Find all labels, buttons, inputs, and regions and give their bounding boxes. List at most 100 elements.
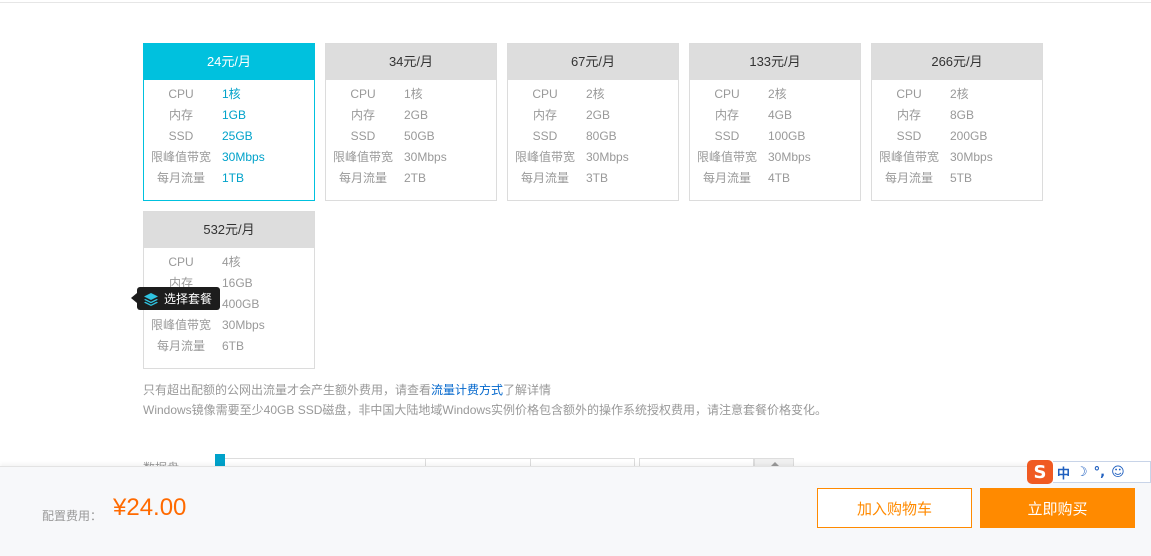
fee-value: ¥24.00: [113, 494, 187, 521]
spec-row-cpu: CPU 2核: [690, 84, 860, 105]
spec-row-ssd: SSD 25GB: [144, 126, 314, 147]
spec-value: 1核: [404, 87, 423, 101]
top-divider: [0, 2, 1151, 3]
spec-label: 限峰值带宽: [514, 150, 575, 164]
spec-label: 每月流量: [156, 171, 205, 185]
plan-card-266[interactable]: 266元/月 CPU 2核 内存 8GB SSD 200GB 限峰值带宽 30Mbps …: [871, 43, 1043, 201]
plan-price: 266元/月: [872, 44, 1042, 80]
plan-price: 133元/月: [690, 44, 860, 80]
ime-mode-toggle[interactable]: 中: [1057, 463, 1070, 482]
spec-label: 内存: [896, 108, 921, 122]
spec-value: 1TB: [222, 171, 245, 185]
fee-label: 配置费用：: [42, 509, 103, 523]
spec-value: 30Mbps: [768, 150, 811, 164]
plan-card-67[interactable]: 67元/月 CPU 2核 内存 2GB SSD 80GB 限峰值带宽 30Mbps 每月…: [507, 43, 679, 201]
spec-label: 每月流量: [702, 171, 751, 185]
layers-icon: [144, 292, 158, 306]
spec-label: SSD: [714, 129, 740, 143]
traffic-note: 只有超出配额的公网出流量才会产生额外费用，请查看流量计费方式了解详情: [143, 380, 827, 400]
spec-label: CPU: [896, 87, 922, 101]
spec-label: 每月流量: [156, 339, 205, 353]
spec-row-memory: 内存 2GB: [326, 105, 496, 126]
traffic-billing-link[interactable]: 流量计费方式: [431, 383, 503, 397]
spec-row-ssd: SSD 100GB: [690, 126, 860, 147]
traffic-note-suffix: 了解详情: [503, 383, 552, 397]
spec-row-cpu: CPU 1核: [326, 84, 496, 105]
spec-row-bandwidth: 限峰值带宽 30Mbps: [144, 147, 314, 168]
spec-label: CPU: [532, 87, 558, 101]
spec-row-memory: 内存 1GB: [144, 105, 314, 126]
spec-row-traffic: 每月流量 6TB: [144, 336, 314, 357]
spec-value: 400GB: [222, 297, 260, 311]
spec-row-ssd: SSD 200GB: [872, 126, 1042, 147]
plan-card-34[interactable]: 34元/月 CPU 1核 内存 2GB SSD 50GB 限峰值带宽 30Mbps 每月…: [325, 43, 497, 201]
spec-value: 2TB: [404, 171, 427, 185]
plan-card-24[interactable]: 24元/月 CPU 1核 内存 1GB SSD 25GB 限峰值带宽 30Mbps 每月…: [143, 43, 315, 201]
spec-row-bandwidth: 限峰值带宽 30Mbps: [690, 147, 860, 168]
spec-label: 内存: [350, 108, 375, 122]
spec-value: 4GB: [768, 108, 793, 122]
punctuation-icon[interactable]: °,: [1094, 465, 1105, 480]
ime-toolbar[interactable]: S 中 ☽ °, ☺: [1027, 459, 1151, 485]
spec-value: 6TB: [222, 339, 245, 353]
spec-row-memory: 内存 8GB: [872, 105, 1042, 126]
spec-value: 30Mbps: [950, 150, 993, 164]
spec-row-traffic: 每月流量 5TB: [872, 168, 1042, 189]
spec-row-ssd: SSD 80GB: [508, 126, 678, 147]
spec-value: 1GB: [222, 108, 247, 122]
plan-card-133[interactable]: 133元/月 CPU 2核 内存 4GB SSD 100GB 限峰值带宽 30Mbps …: [689, 43, 861, 201]
pricing-notes: 只有超出配额的公网出流量才会产生额外费用，请查看流量计费方式了解详情 Windo…: [143, 380, 827, 420]
buy-now-button[interactable]: 立即购买: [980, 488, 1135, 528]
spec-value: 2GB: [404, 108, 429, 122]
spec-label: 限峰值带宽: [878, 150, 939, 164]
plan-price: 34元/月: [326, 44, 496, 80]
tooltip-label: 选择套餐: [164, 292, 213, 306]
spec-label: 内存: [532, 108, 557, 122]
spec-row-traffic: 每月流量 1TB: [144, 168, 314, 189]
spec-label: 内存: [168, 108, 193, 122]
moon-icon[interactable]: ☽: [1076, 465, 1088, 480]
spec-label: 限峰值带宽: [332, 150, 393, 164]
windows-note: Windows镜像需要至少40GB SSD磁盘，非中国大陆地域Windows实例…: [143, 403, 828, 417]
spec-value: 30Mbps: [404, 150, 447, 164]
spec-row-bandwidth: 限峰值带宽 30Mbps: [326, 147, 496, 168]
spec-value: 30Mbps: [586, 150, 629, 164]
spec-row-memory: 内存 2GB: [508, 105, 678, 126]
spec-value: 3TB: [586, 171, 609, 185]
spec-value: 25GB: [222, 129, 253, 143]
spec-label: 内存: [714, 108, 739, 122]
spec-value: 100GB: [768, 129, 806, 143]
spec-value: 1核: [222, 87, 241, 101]
spec-row-traffic: 每月流量 4TB: [690, 168, 860, 189]
spec-row-ssd: SSD 50GB: [326, 126, 496, 147]
spec-row-bandwidth: 限峰值带宽 30Mbps: [508, 147, 678, 168]
spec-label: CPU: [168, 255, 194, 269]
plan-price: 532元/月: [144, 212, 314, 248]
spec-label: 每月流量: [884, 171, 933, 185]
spec-value: 30Mbps: [222, 318, 265, 332]
spec-value: 5TB: [950, 171, 973, 185]
spec-value: 2核: [768, 87, 787, 101]
spec-row-bandwidth: 限峰值带宽 30Mbps: [872, 147, 1042, 168]
spec-value: 8GB: [950, 108, 975, 122]
add-to-cart-button[interactable]: 加入购物车: [817, 488, 972, 528]
spec-label: CPU: [714, 87, 740, 101]
emoji-icon[interactable]: ☺: [1111, 465, 1125, 480]
spec-value: 200GB: [950, 129, 988, 143]
select-plan-tooltip: 选择套餐: [130, 287, 221, 310]
sogou-logo-icon[interactable]: S: [1027, 460, 1053, 484]
spec-value: 2核: [950, 87, 969, 101]
spec-row-traffic: 每月流量 2TB: [326, 168, 496, 189]
spec-row-cpu: CPU 1核: [144, 84, 314, 105]
spec-row-memory: 内存 4GB: [690, 105, 860, 126]
spec-value: 80GB: [586, 129, 617, 143]
spec-label: CPU: [350, 87, 376, 101]
spec-value: 2核: [586, 87, 605, 101]
traffic-note-text: 只有超出配额的公网出流量才会产生额外费用，请查看: [143, 383, 432, 397]
spec-row-traffic: 每月流量 3TB: [508, 168, 678, 189]
spec-label: SSD: [350, 129, 376, 143]
spec-label: 每月流量: [520, 171, 569, 185]
plan-price: 67元/月: [508, 44, 678, 80]
spec-value: 4核: [222, 255, 241, 269]
spec-label: SSD: [896, 129, 922, 143]
